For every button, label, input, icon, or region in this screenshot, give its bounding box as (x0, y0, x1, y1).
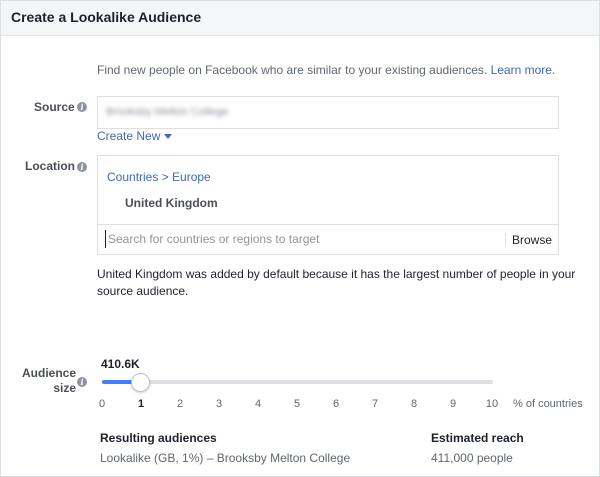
source-input[interactable]: Brooksby Melton College (97, 96, 559, 129)
tick-label: 3 (215, 398, 223, 410)
location-search-row: Browse (98, 224, 558, 255)
tick-label: 1 (137, 398, 145, 410)
audience-size-label: Audience size (22, 366, 76, 396)
source-value: Brooksby Melton College (106, 106, 229, 118)
tick-label: 4 (254, 398, 262, 410)
caret-down-icon (164, 134, 173, 140)
source-info-icon[interactable]: i (77, 102, 87, 112)
dialog-title: Create a Lookalike Audience (11, 9, 202, 25)
description: Find new people on Facebook who are simi… (97, 63, 555, 77)
location-label: Location (25, 159, 75, 173)
location-selector: Countries > Europe United Kingdom Browse (97, 155, 559, 255)
audience-size-label-line2: size (53, 381, 77, 395)
tick-label: 7 (371, 398, 379, 410)
location-note: United Kingdom was added by default beca… (97, 267, 576, 298)
audience-size-slider-handle[interactable] (131, 373, 150, 392)
location-search-input[interactable] (105, 230, 498, 248)
lookalike-dialog: Create a Lookalike Audience Find new peo… (0, 0, 600, 477)
audience-size-slider-track[interactable] (102, 380, 493, 384)
audience-size-value: 410.6K (101, 357, 140, 371)
resulting-audience-name: Lookalike (GB, 1%) – Brooksby Melton Col… (100, 451, 351, 465)
tick-label: 5 (293, 398, 301, 410)
audience-size-info-icon[interactable]: i (77, 377, 87, 387)
tick-label: 10 (485, 398, 499, 410)
tick-label: 9 (449, 398, 457, 410)
slider-unit-label: % of countries (513, 398, 583, 410)
tick-label: 8 (410, 398, 418, 410)
selected-country[interactable]: United Kingdom (125, 196, 218, 210)
tick-label: 0 (98, 398, 106, 410)
dialog-header: Create a Lookalike Audience (1, 1, 599, 36)
resulting-audiences-header: Resulting audiences (100, 431, 217, 445)
create-new-label: Create New (97, 129, 161, 143)
audience-size-label-line1: Audience (22, 366, 77, 380)
location-breadcrumb[interactable]: Countries > Europe (107, 170, 211, 184)
create-new-dropdown[interactable]: Create New (97, 129, 173, 143)
browse-button[interactable]: Browse (512, 233, 552, 247)
estimated-reach-header: Estimated reach (431, 431, 524, 445)
description-text: Find new people on Facebook who are simi… (97, 63, 488, 77)
tick-label: 2 (176, 398, 184, 410)
estimated-reach-value: 411,000 people (431, 451, 513, 465)
source-label: Source (34, 100, 75, 114)
tick-label: 6 (332, 398, 340, 410)
location-info-icon[interactable]: i (77, 162, 87, 172)
learn-more-link[interactable]: Learn more. (491, 63, 556, 77)
divider (505, 233, 506, 246)
